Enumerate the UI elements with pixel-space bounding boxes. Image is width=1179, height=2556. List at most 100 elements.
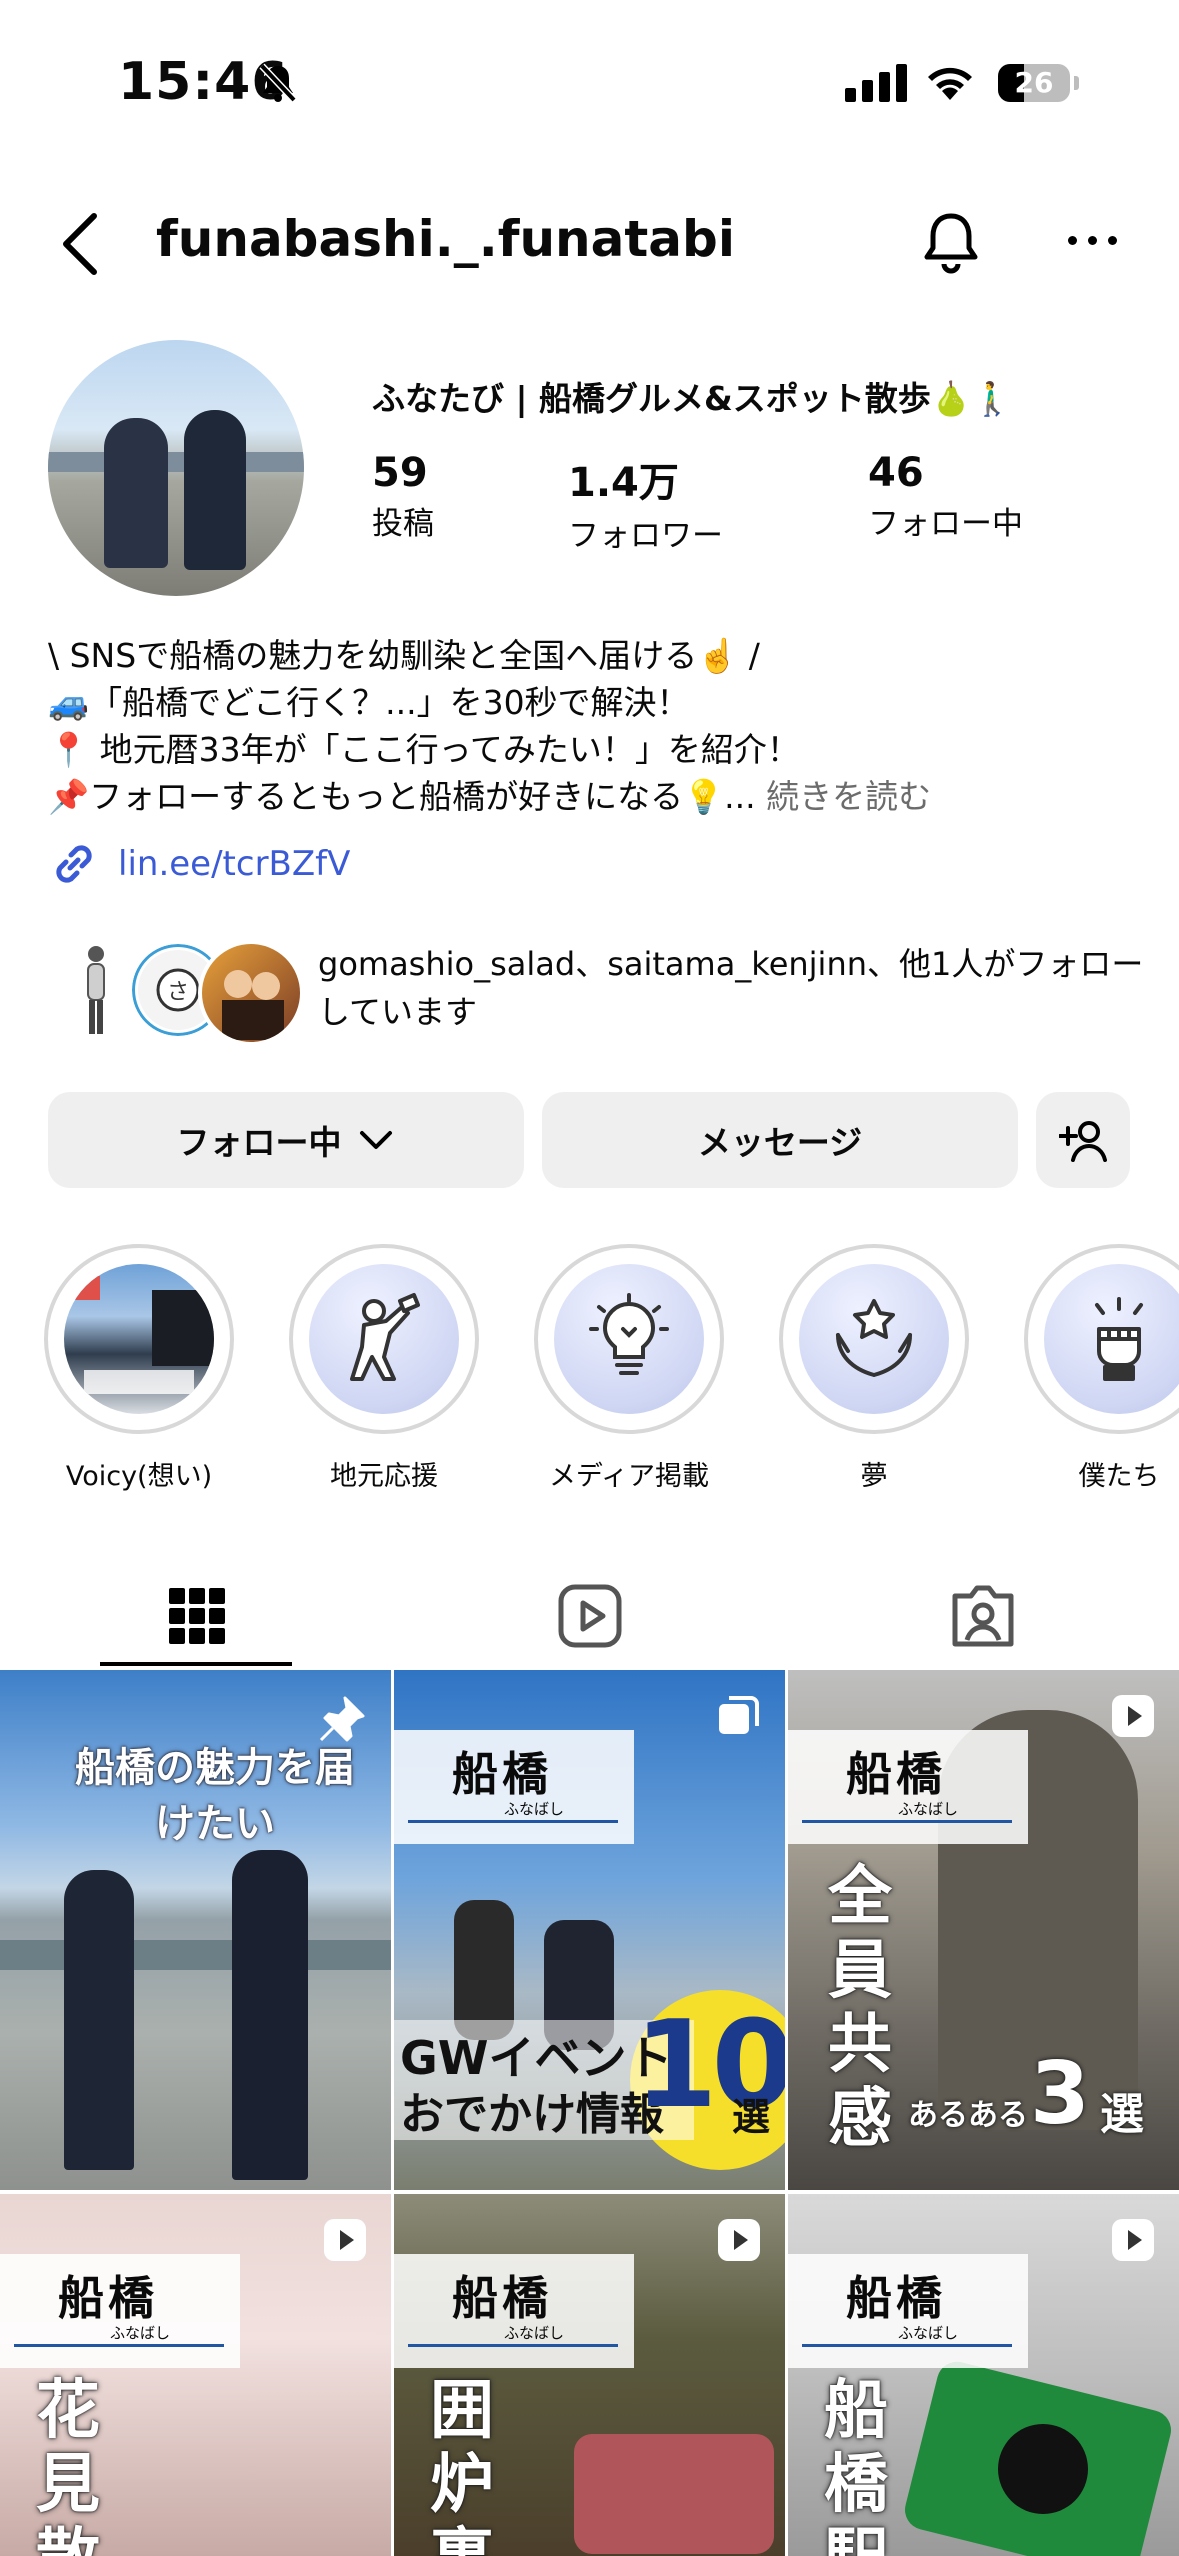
profile-full-name: ふなたび | 船橋グルメ&スポット散歩🍐🚶‍♂️: [372, 379, 1013, 418]
stat-following[interactable]: 46 フォロー中: [868, 450, 1023, 543]
post-suffix: 選: [732, 2095, 771, 2139]
profile-avatar[interactable]: [48, 340, 304, 596]
stat-posts-label: 投稿: [372, 506, 434, 542]
highlight-ring: [534, 1244, 724, 1434]
post-caption: おでかけ情報: [400, 2089, 664, 2140]
post-suffix: 選: [1100, 2089, 1144, 2140]
tab-tagged[interactable]: [786, 1568, 1179, 1664]
stat-posts-count: 59: [372, 450, 428, 496]
post-caption: 船橋駅: [824, 2374, 888, 2556]
highlight-label: Voicy(想い): [65, 1461, 213, 1492]
message-button-label: メッセージ: [697, 1123, 863, 1162]
location-badge: 船橋 ふなばし: [394, 2254, 634, 2368]
badge-subtitle: ふなばし: [110, 2324, 171, 2342]
bio-line: 🚙「船橋でどこ行く？...」を30秒で解決！: [48, 683, 690, 722]
tagged-person-icon: [952, 1585, 1013, 1647]
tab-reels[interactable]: [393, 1568, 786, 1664]
post-caption: 全員共感: [828, 1860, 892, 2156]
pin-icon: [319, 1696, 365, 1742]
stat-followers-count: 1.4万: [568, 460, 679, 506]
mutual-followers-text[interactable]: gomashio_salad、saitama_kenjinn、他1人がフォローし…: [318, 940, 1148, 1036]
post-tile[interactable]: 船橋の魅力を届けたい: [0, 1670, 391, 2190]
raised-fist-icon: [1044, 1264, 1179, 1414]
post-small-caption: あるある: [908, 2098, 1028, 2133]
reel-play-icon: [718, 2219, 760, 2261]
following-button[interactable]: フォロー中: [48, 1092, 524, 1188]
post-tile[interactable]: 船橋 ふなばし 全員共感 あるある 3 選: [788, 1670, 1179, 2190]
badge-title: 船橋: [846, 2271, 946, 2325]
badge-subtitle: ふなばし: [898, 2324, 959, 2342]
active-tab-indicator: [100, 1662, 292, 1666]
stat-followers[interactable]: 1.4万 フォロワー: [568, 450, 723, 555]
highlight-media[interactable]: メディア掲載: [534, 1244, 724, 1493]
cellular-signal-icon: [845, 62, 907, 102]
post-tile[interactable]: 船橋 ふなばし 囲炉裏: [394, 2194, 785, 2556]
reel-play-icon: [1112, 1695, 1154, 1737]
silent-mode-icon: [258, 62, 298, 108]
badge-title: 船橋: [452, 1747, 552, 1801]
highlight-label: メディア掲載: [548, 1461, 710, 1492]
badge-title: 船橋: [846, 1747, 946, 1801]
grid-icon: [168, 1588, 225, 1644]
highlight-dream[interactable]: 夢: [779, 1244, 969, 1493]
message-button[interactable]: メッセージ: [542, 1092, 1018, 1188]
add-person-icon: [1059, 1121, 1107, 1162]
highlight-ring: [44, 1244, 234, 1434]
bio-line: \ SNSで船橋の魅力を幼馴染と全国へ届ける☝️ /: [48, 636, 760, 675]
highlight-ring: [779, 1244, 969, 1434]
cheering-person-icon: [309, 1264, 459, 1414]
post-caption: 囲炉裏: [430, 2374, 494, 2556]
battery-tip: [1074, 76, 1079, 90]
highlight-ring: [1024, 1244, 1179, 1434]
reel-play-icon: [1112, 2219, 1154, 2261]
link-icon: [56, 845, 92, 883]
bio-line: 📌フォローするともっと船橋が好きになる💡... 続きを読む: [48, 773, 1148, 820]
location-badge: 船橋 ふなばし: [788, 2254, 1028, 2368]
reel-play-icon: [324, 2219, 366, 2261]
battery-indicator: 26: [998, 64, 1070, 102]
post-caption: 花見散: [36, 2374, 100, 2556]
following-button-label: フォロー中: [176, 1123, 342, 1162]
carousel-icon: [719, 1696, 759, 1734]
profile-username: funabashi._.funatabi: [156, 210, 735, 268]
badge-title: 船橋: [58, 2271, 158, 2325]
tab-posts-grid[interactable]: [0, 1568, 393, 1664]
bio-line: 📍 地元暦33年が「ここ行ってみたい！」を紹介！: [48, 730, 800, 769]
profile-link[interactable]: lin.ee/tcrBZfV: [48, 838, 350, 890]
badge-title: 船橋: [452, 2271, 552, 2325]
follower-avatar: [198, 940, 304, 1046]
location-badge: 船橋 ふなばし: [394, 1730, 634, 1844]
stat-following-count: 46: [868, 450, 924, 496]
highlight-label: 僕たち: [1078, 1461, 1160, 1492]
post-tile[interactable]: 船橋 ふなばし GWイベント おでかけ情報 10 選: [394, 1670, 785, 2190]
highlight-ring: [289, 1244, 479, 1434]
post-tile[interactable]: 船橋 ふなばし 花見散: [0, 2194, 391, 2556]
more-options-icon[interactable]: [1068, 236, 1117, 245]
profile-bio: \ SNSで船橋の魅力を幼馴染と全国へ届ける☝️ / 🚙「船橋でどこ行く？...…: [48, 632, 1148, 820]
highlight-local-support[interactable]: 地元応援: [289, 1244, 479, 1493]
location-badge: 船橋 ふなばし: [788, 1730, 1028, 1844]
highlight-us[interactable]: 僕たち: [1024, 1244, 1179, 1493]
stat-following-label: フォロー中: [868, 506, 1023, 542]
read-more-link[interactable]: 続きを読む: [766, 777, 931, 816]
highlight-cover-image: [64, 1264, 214, 1414]
highlight-voicy[interactable]: Voicy(想い): [44, 1244, 234, 1493]
suggest-people-button[interactable]: [1036, 1092, 1130, 1188]
stat-posts[interactable]: 59 投稿: [372, 450, 434, 543]
notification-bell-icon[interactable]: [916, 208, 986, 282]
post-tile[interactable]: 船橋 ふなばし 船橋駅: [788, 2194, 1179, 2556]
bio-line-text: 📌フォローするともっと船橋が好きになる💡...: [48, 777, 756, 816]
post-number: 3: [1030, 2044, 1090, 2144]
svg-text:さ: さ: [167, 980, 189, 1005]
chevron-down-icon: [359, 1131, 392, 1149]
wifi-icon: [922, 60, 978, 106]
lightbulb-icon: [554, 1264, 704, 1414]
follower-avatar: [60, 940, 132, 1040]
badge-subtitle: ふなばし: [898, 1800, 959, 1818]
highlight-label: 夢: [860, 1461, 888, 1492]
highlight-label: 地元応援: [330, 1461, 438, 1492]
hands-star-icon: [799, 1264, 949, 1414]
back-icon[interactable]: [58, 212, 102, 280]
reels-icon: [558, 1584, 621, 1648]
badge-subtitle: ふなばし: [504, 1800, 565, 1818]
